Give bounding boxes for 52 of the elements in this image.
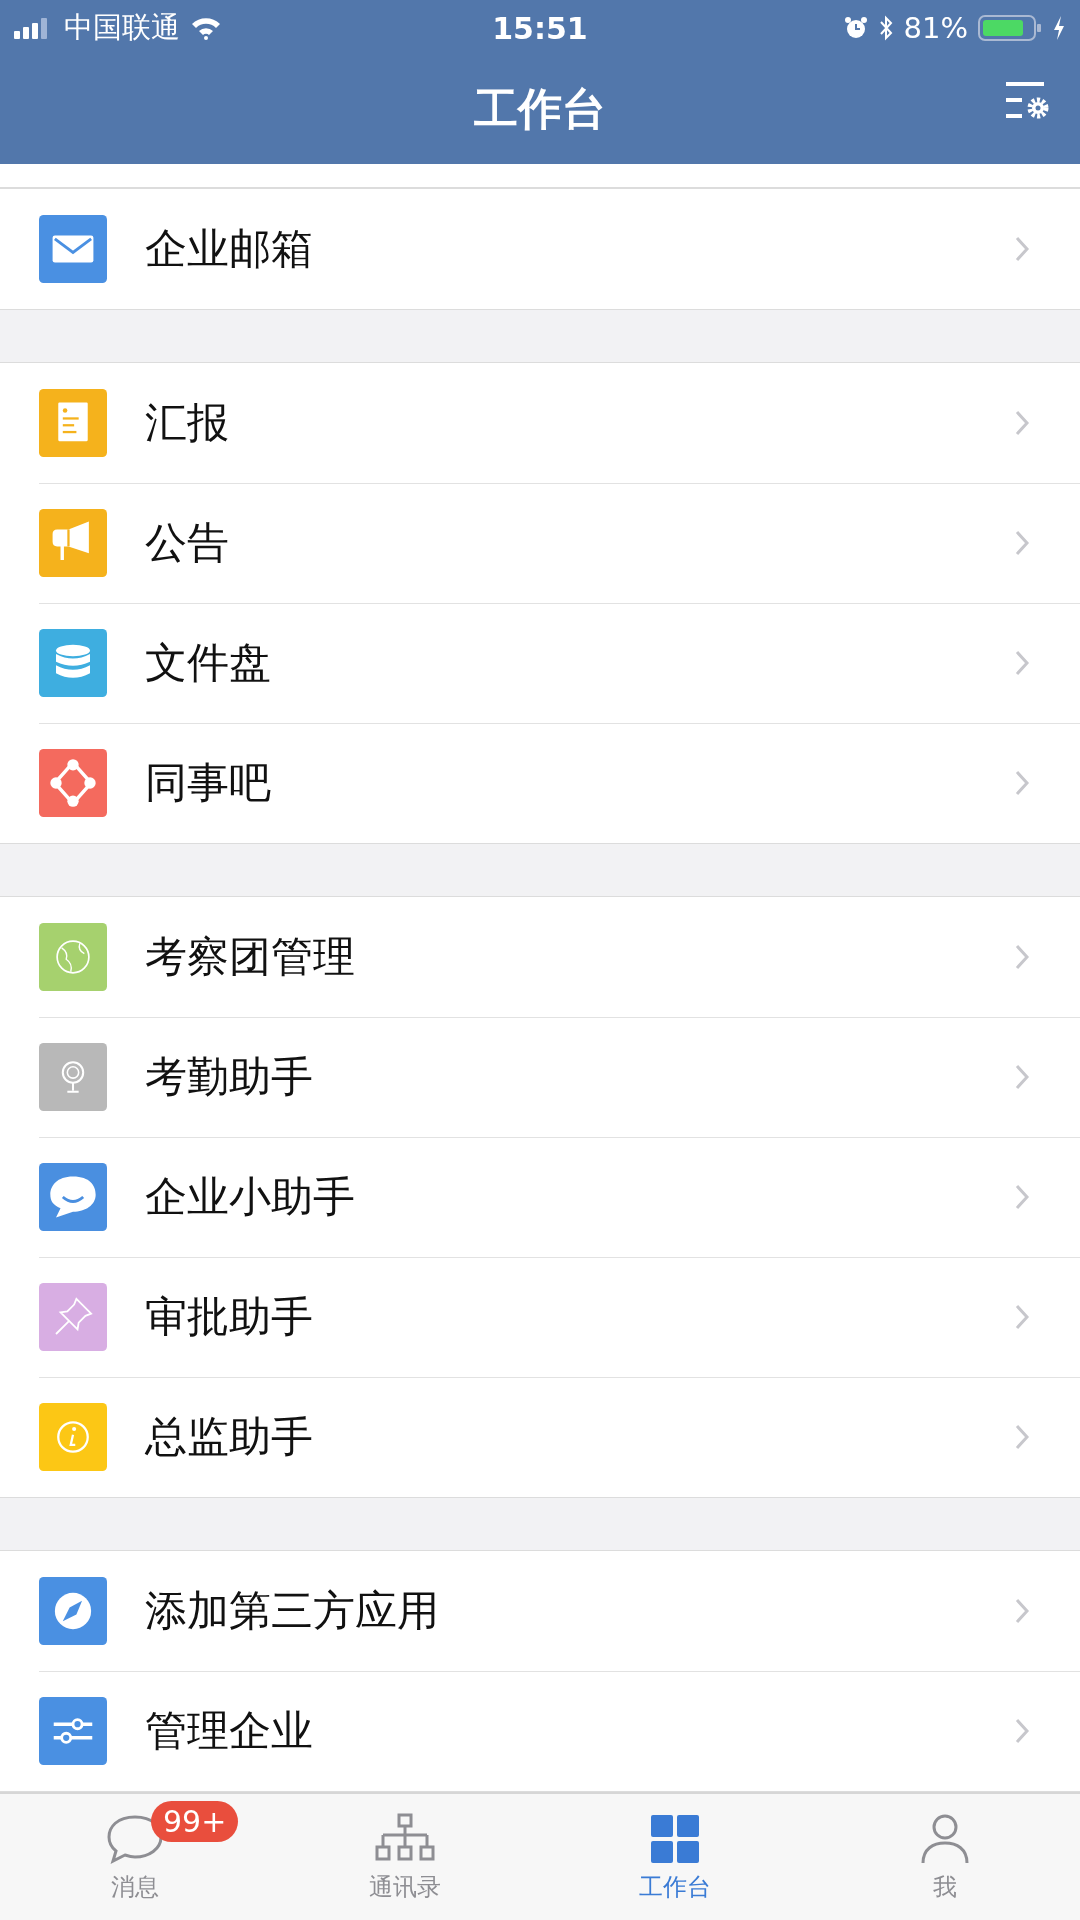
list-item[interactable]: 总监助手 [0,1376,1080,1497]
list-item[interactable]: 企业小助手 [0,1136,1080,1257]
carrier-label: 中国联通 [64,9,180,46]
item-label: 文件盘 [145,636,272,689]
page-title: 工作台 [474,82,606,137]
tab[interactable]: 工作台 [540,1793,810,1920]
tab-label: 我 [933,1871,957,1903]
item-label: 企业小助手 [145,1170,356,1223]
chevron-icon [1014,1182,1030,1211]
list-item[interactable]: 添加第三方应用 [0,1550,1080,1671]
item-label: 汇报 [145,396,230,449]
chevron-icon [1014,1596,1030,1625]
unread-badge: 99+ [151,1800,239,1842]
chevron-icon [1014,1302,1030,1331]
item-label: 总监助手 [145,1410,314,1463]
item-label: 添加第三方应用 [145,1584,440,1637]
alarm-icon [843,16,868,40]
chevron-icon [1014,234,1030,263]
tab-label: 通讯录 [369,1871,441,1903]
item-label: 审批助手 [145,1290,314,1343]
item-label: 管理企业 [145,1704,314,1757]
chevron-icon [1014,648,1030,677]
list-item[interactable]: 同事吧 [0,722,1080,843]
item-label: 企业邮箱 [145,222,314,275]
tab-label: 工作台 [639,1871,711,1903]
tab-label: 消息 [111,1871,159,1903]
list-item[interactable]: 考勤助手 [0,1016,1080,1137]
list-item[interactable]: 考察团管理 [0,896,1080,1017]
list-item[interactable]: 公告 [0,482,1080,603]
item-label: 考察团管理 [145,930,356,983]
tab[interactable]: 99+ 消息 [0,1793,270,1920]
item-label: 考勤助手 [145,1050,314,1103]
chevron-icon [1014,408,1030,437]
list-item[interactable]: 管理企业 [0,1670,1080,1791]
list-item[interactable]: 审批助手 [0,1256,1080,1377]
battery-icon [978,14,1042,42]
battery-percent: 81% [903,11,968,45]
chevron-icon [1014,528,1030,557]
item-label: 同事吧 [145,756,272,809]
clock-time: 15:51 [492,10,588,46]
list-item[interactable]: 文件盘 [0,602,1080,723]
chevron-icon [1014,1062,1030,1091]
chevron-icon [1014,1716,1030,1745]
chevron-icon [1014,768,1030,797]
chevron-icon [1014,942,1030,971]
item-label: 公告 [145,516,230,569]
charging-icon [1052,15,1066,41]
wifi-icon [190,16,222,40]
list-item[interactable]: 汇报 [0,362,1080,483]
chevron-icon [1014,1422,1030,1451]
list-item[interactable]: 企业邮箱 [0,188,1080,309]
bluetooth-icon [877,15,894,41]
